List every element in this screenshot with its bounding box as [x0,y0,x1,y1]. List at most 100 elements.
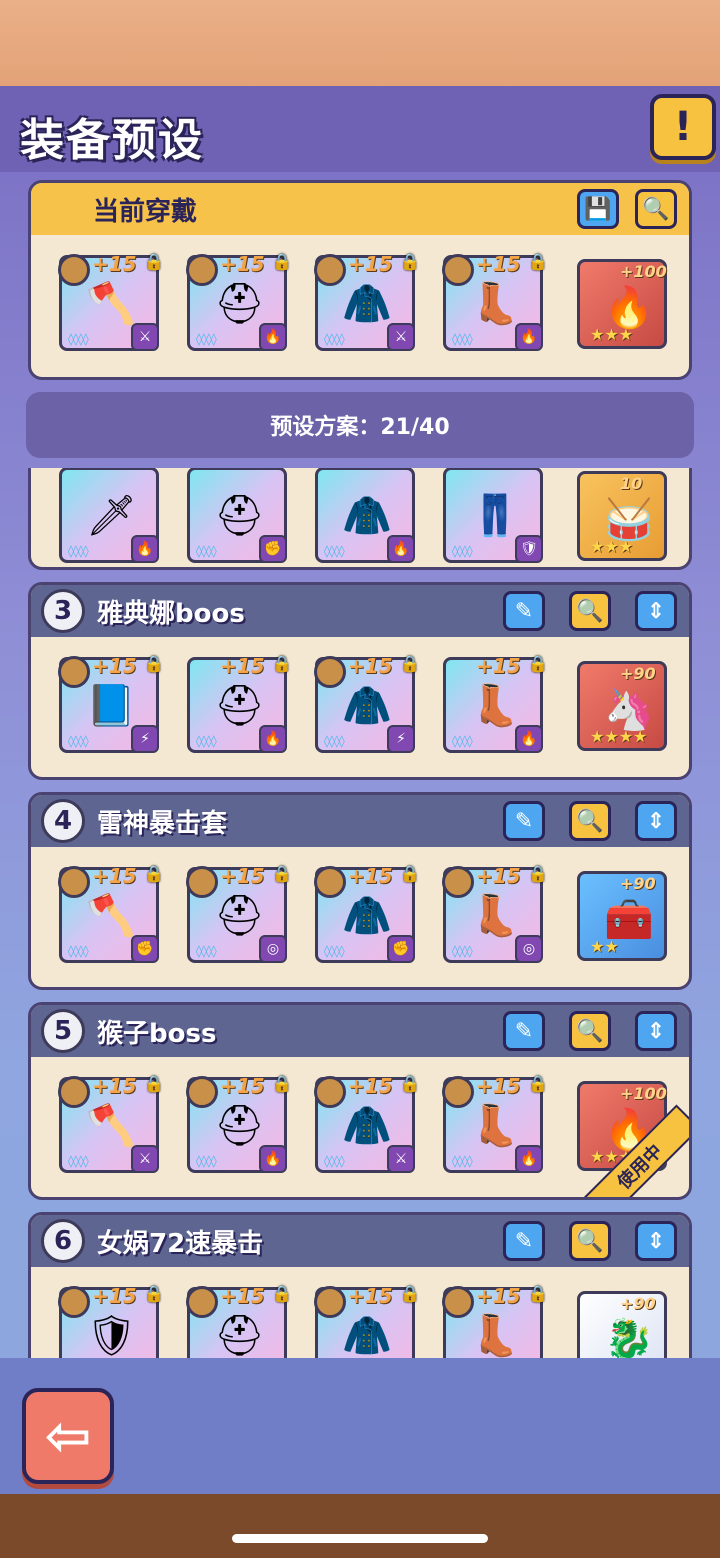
equip-slot[interactable]: +15 🔒 🪓✊ [58,864,164,963]
item-icon: 👢 [470,281,520,327]
item-icon: 👢 [470,1313,520,1358]
back-button[interactable]: ⇦ [22,1388,114,1484]
save-icon: 💾 [584,196,612,222]
edit-button[interactable]: ✎ [503,1221,545,1261]
relic-slot[interactable]: +90 🧰 ★★ [577,871,667,961]
search-button[interactable]: 🔍 [635,189,677,229]
lock-icon[interactable]: 🔒 [272,252,292,274]
sort-button[interactable]: ⇕ [635,1221,677,1261]
equip-slot[interactable]: +15 🔒 👢 [442,1284,548,1358]
edit-button[interactable]: ✎ [503,1011,545,1051]
item-level: +15 [92,654,137,678]
equip-slot[interactable]: 👖🛡 [443,468,543,563]
save-button[interactable]: 💾 [577,189,619,229]
relic-level: +100 [620,1084,667,1103]
lock-icon[interactable]: 🔒 [272,1284,292,1306]
edit-icon: ✎ [514,808,534,834]
lock-icon[interactable]: 🔒 [144,252,164,274]
item-icon: ⛑ [214,1313,265,1358]
lock-icon[interactable]: 🔒 [272,654,292,676]
equip-slot[interactable]: +15 🔒 ⛑🔥 [186,1074,292,1173]
lock-icon[interactable]: 🔒 [400,1284,420,1306]
equip-slot[interactable]: +15 🔒 👢◎ [442,864,548,963]
type-icon: ⚔ [387,1145,415,1173]
equip-slot[interactable]: +15 🔒 🪓⚔ [58,252,164,351]
search-icon: 🔍 [576,598,604,624]
equip-slot[interactable]: ⛑✊ [187,468,287,563]
equip-slot[interactable]: +15 🔒 🧥⚔ [314,1074,420,1173]
sort-button[interactable]: ⇕ [635,1011,677,1051]
equip-slot[interactable]: +15 🔒 👢🔥 [442,252,548,351]
lock-icon[interactable]: 🔒 [272,1074,292,1096]
item-level: +15 [348,864,393,888]
type-icon: ⚔ [387,323,415,351]
item-icon: 🧥 [342,1313,392,1358]
type-icon: ✊ [131,935,159,963]
lock-icon[interactable]: 🔒 [400,654,420,676]
item-level: +15 [348,654,393,678]
lock-icon[interactable]: 🔒 [528,1284,548,1306]
sort-button[interactable]: ⇕ [635,591,677,631]
lock-icon[interactable]: 🔒 [400,1074,420,1096]
lock-icon[interactable]: 🔒 [400,252,420,274]
item-icon: 🪓 [86,893,136,939]
lock-icon[interactable]: 🔒 [528,864,548,886]
lock-icon[interactable]: 🔒 [400,864,420,886]
item-icon: 👢 [470,1103,520,1149]
info-button[interactable]: ! [650,94,716,160]
home-indicator[interactable] [232,1534,488,1543]
equip-slot[interactable]: +15 🔒 📘⚡ [58,654,164,753]
equip-slot[interactable]: +15 🔒 🪓⚔ [58,1074,164,1173]
preset-header: 3 雅典娜boos ✎ 🔍 ⇕ [31,585,689,637]
type-icon: ◎ [515,935,543,963]
equip-slot[interactable]: +15 🔒 ⛑🔥 [186,252,292,351]
lock-icon[interactable]: 🔒 [144,864,164,886]
preset-list[interactable]: 🗡🔥 ⛑✊ 🧥🔥 👖🛡 10🥁★★★ 3 雅典娜boos ✎ 🔍 ⇕ +15🔒📘… [0,468,720,1358]
gem-indicator [452,1154,472,1168]
gem-indicator [196,1154,216,1168]
search-button[interactable]: 🔍 [569,1011,611,1051]
edit-button[interactable]: ✎ [503,591,545,631]
equip-slot[interactable]: +15 🔒 ⛑◎ [186,864,292,963]
relic-level: 10 [620,474,643,493]
relic-slot[interactable]: +100 🔥 ★★★ [577,259,667,349]
search-button[interactable]: 🔍 [569,801,611,841]
equip-slot[interactable]: +15 🔒 🧥 [314,1284,420,1358]
equip-slot[interactable]: +15 🔒 🧥⚔ [314,252,420,351]
item-level: +15 [476,654,521,678]
lock-icon[interactable]: 🔒 [528,654,548,676]
equip-slot[interactable]: +15 🔒 👢🔥 [443,654,548,753]
lock-icon[interactable]: 🔒 [144,654,164,676]
equip-slot[interactable]: +15 🔒 🧥✊ [314,864,420,963]
equip-slot[interactable]: 🧥🔥 [315,468,415,563]
item-level: +15 [220,654,265,678]
item-level: +15 [348,1074,393,1098]
item-icon: 🪓 [86,1103,136,1149]
lock-icon[interactable]: 🔒 [528,252,548,274]
sort-button[interactable]: ⇕ [635,801,677,841]
relic-slot[interactable]: +90 🐉 [577,1291,667,1358]
lock-icon[interactable]: 🔒 [528,1074,548,1096]
gem-indicator [452,734,472,748]
relic-level: +90 [620,874,656,893]
search-button[interactable]: 🔍 [569,591,611,631]
equip-slot[interactable]: +15 🔒 🧥⚡ [314,654,420,753]
equip-slot[interactable]: 🗡🔥 [59,468,159,563]
preset-card-3: 3 雅典娜boos ✎ 🔍 ⇕ +15🔒📘⚡ +15🔒⛑🔥 +15🔒🧥⚡ +15… [28,582,692,780]
type-icon: ⚔ [131,1145,159,1173]
equip-slot[interactable]: +15 🔒 ⛑ [186,1284,292,1358]
equip-slot[interactable]: +15 🔒 ⛑🔥 [187,654,292,753]
lock-icon[interactable]: 🔒 [144,1074,164,1096]
edit-button[interactable]: ✎ [503,801,545,841]
item-level: +15 [476,1074,521,1098]
relic-slot[interactable]: 10 🥁 ★★★ [577,471,667,561]
lock-icon[interactable]: 🔒 [272,864,292,886]
gem-indicator [324,1154,344,1168]
gem-indicator [196,944,216,958]
search-button[interactable]: 🔍 [569,1221,611,1261]
equip-slot[interactable]: +15 🔒 👢🔥 [442,1074,548,1173]
preset-slots: +15🔒🪓✊ +15🔒⛑◎ +15🔒🧥✊ +15🔒👢◎ +90🧰★★ [31,847,689,963]
lock-icon[interactable]: 🔒 [144,1284,164,1306]
relic-slot[interactable]: +90 🦄 ★★★★ [577,661,667,751]
equip-slot[interactable]: +15 🔒 🛡 [58,1284,164,1358]
